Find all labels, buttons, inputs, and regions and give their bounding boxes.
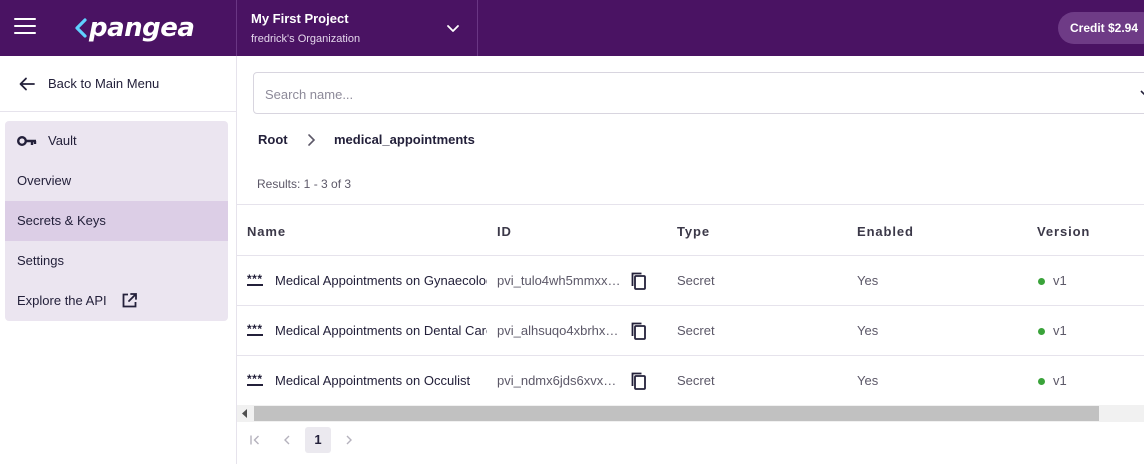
page-number-button[interactable]: 1 [305, 427, 331, 453]
horizontal-scrollbar[interactable] [237, 405, 1144, 422]
row-type: Secret [677, 273, 715, 288]
row-name[interactable]: Medical Appointments on Gynaecology [275, 273, 487, 288]
secret-mask-icon: *** [247, 272, 263, 286]
sidebar-item-explore-api[interactable]: Explore the API [5, 281, 228, 321]
row-name[interactable]: Medical Appointments on Dental Care [275, 323, 487, 338]
project-selector[interactable]: My First Project fredrick's Organization [236, 0, 478, 56]
copy-icon[interactable] [629, 271, 649, 291]
sidebar-item-label: Settings [17, 253, 64, 268]
column-header-id[interactable]: ID [497, 224, 512, 239]
results-count: Results: 1 - 3 of 3 [257, 177, 352, 191]
scroll-left-arrow-icon[interactable] [239, 408, 251, 419]
row-version: v1 [1053, 373, 1067, 388]
scrollbar-thumb[interactable] [254, 406, 1099, 421]
row-id: pvi_alhsuqo4xbrhxxxx [497, 323, 621, 338]
chevron-down-icon [447, 25, 459, 32]
chevron-left-icon [284, 435, 290, 445]
sidebar-item-settings[interactable]: Settings [5, 241, 228, 281]
top-bar: pangea My First Project fredrick's Organ… [0, 0, 1144, 56]
row-type: Secret [677, 373, 715, 388]
first-page-button[interactable] [243, 428, 267, 452]
logo-chevron-icon [75, 18, 87, 38]
previous-page-button[interactable] [275, 428, 299, 452]
menu-icon[interactable] [14, 18, 36, 38]
breadcrumb-current: medical_appointments [334, 132, 475, 147]
project-name: My First Project [251, 11, 349, 26]
row-id: pvi_ndmx6jds6xvxxxxx [497, 373, 621, 388]
secrets-table: Name ID Type Enabled Version *** Medical… [237, 204, 1144, 405]
row-enabled: Yes [857, 373, 879, 388]
status-dot [1038, 328, 1045, 335]
row-type: Secret [677, 323, 715, 338]
row-id: pvi_tulo4wh5mmxxxxxx [497, 273, 621, 288]
column-header-version[interactable]: Version [1037, 224, 1090, 239]
table-row[interactable]: *** Medical Appointments on Dental Care … [237, 305, 1144, 355]
copy-icon[interactable] [629, 321, 649, 341]
table-row[interactable]: *** Medical Appointments on Occulist pvi… [237, 355, 1144, 405]
first-page-icon [250, 435, 259, 445]
column-header-name[interactable]: Name [247, 224, 286, 239]
back-label: Back to Main Menu [48, 76, 160, 91]
sidebar-item-label: Overview [17, 173, 72, 188]
chevron-right-icon [346, 435, 352, 445]
back-to-main-menu-button[interactable]: Back to Main Menu [0, 56, 236, 112]
sidebar-section-vault[interactable]: Vault [5, 121, 228, 161]
search-box [253, 72, 1144, 114]
secret-mask-icon: *** [247, 322, 263, 336]
sidebar-item-secrets-keys[interactable]: Secrets & Keys [5, 201, 228, 241]
row-version: v1 [1053, 273, 1067, 288]
column-header-type[interactable]: Type [677, 224, 710, 239]
row-version: v1 [1053, 323, 1067, 338]
column-header-enabled[interactable]: Enabled [857, 224, 914, 239]
search-input[interactable] [265, 84, 1125, 104]
sidebar-item-label: Explore the API [17, 293, 107, 308]
organization-name: fredrick's Organization [251, 33, 361, 45]
sidebar-item-overview[interactable]: Overview [5, 161, 228, 201]
sidebar-section-label: Vault [48, 133, 77, 148]
chevron-right-icon [308, 134, 316, 146]
secret-mask-icon: *** [247, 372, 263, 386]
next-page-button[interactable] [337, 428, 361, 452]
row-enabled: Yes [857, 323, 879, 338]
status-dot [1038, 378, 1045, 385]
sidebar: Back to Main Menu Vault Overview Secrets… [0, 56, 237, 464]
table-row[interactable]: *** Medical Appointments on Gynaecology … [237, 255, 1144, 305]
pangea-logo[interactable]: pangea [74, 10, 195, 46]
external-link-icon [122, 293, 137, 308]
chevron-down-icon[interactable] [1139, 87, 1144, 99]
row-enabled: Yes [857, 273, 879, 288]
vault-nav-group: Vault Overview Secrets & Keys Settings E… [5, 121, 228, 321]
copy-icon[interactable] [629, 371, 649, 391]
row-name[interactable]: Medical Appointments on Occulist [275, 373, 487, 388]
sidebar-item-label: Secrets & Keys [17, 213, 106, 228]
status-dot [1038, 278, 1045, 285]
credit-badge[interactable]: Credit $2.94 [1058, 12, 1144, 44]
key-icon [17, 136, 37, 146]
arrow-left-icon [19, 77, 35, 91]
logo-text: pangea [89, 13, 195, 43]
breadcrumb-root[interactable]: Root [258, 132, 288, 147]
